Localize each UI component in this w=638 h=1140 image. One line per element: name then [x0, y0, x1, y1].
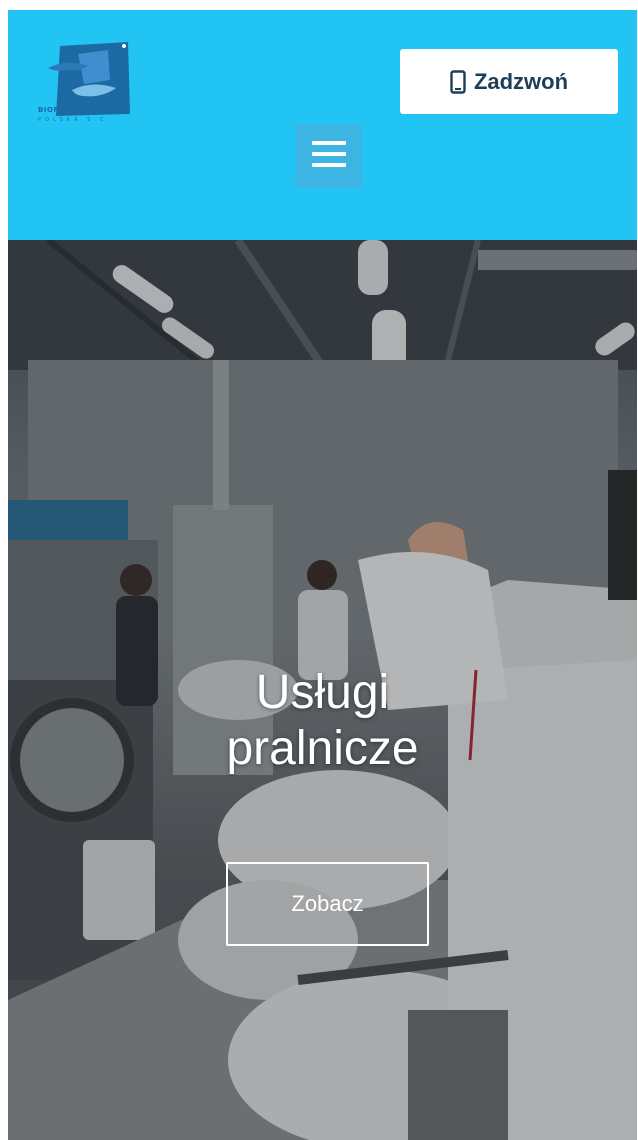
hero-title-line-1: Usługi — [255, 666, 390, 719]
menu-toggle-button[interactable] — [296, 124, 362, 188]
page-frame: BIOPROGRAM POLSKA S.C. Zadzwoń Usługi pr… — [8, 10, 637, 1140]
call-button-label: Zadzwoń — [473, 68, 569, 94]
hero-title: Usługi pralnicze — [8, 665, 637, 777]
site-header: BIOPROGRAM POLSKA S.C. Zadzwoń — [8, 10, 637, 240]
call-button[interactable]: Zadzwoń — [400, 49, 618, 114]
see-more-button[interactable]: Zobacz — [226, 862, 429, 946]
hero-title-line-2: pralnicze — [226, 722, 419, 775]
hamburger-icon — [312, 140, 346, 172]
logo-text: BIOPROGRAM — [38, 106, 97, 114]
phone-icon — [450, 69, 466, 94]
logo-subtext: POLSKA S.C. — [38, 117, 113, 123]
hero-banner: Usługi pralnicze Zobacz — [8, 240, 637, 1140]
